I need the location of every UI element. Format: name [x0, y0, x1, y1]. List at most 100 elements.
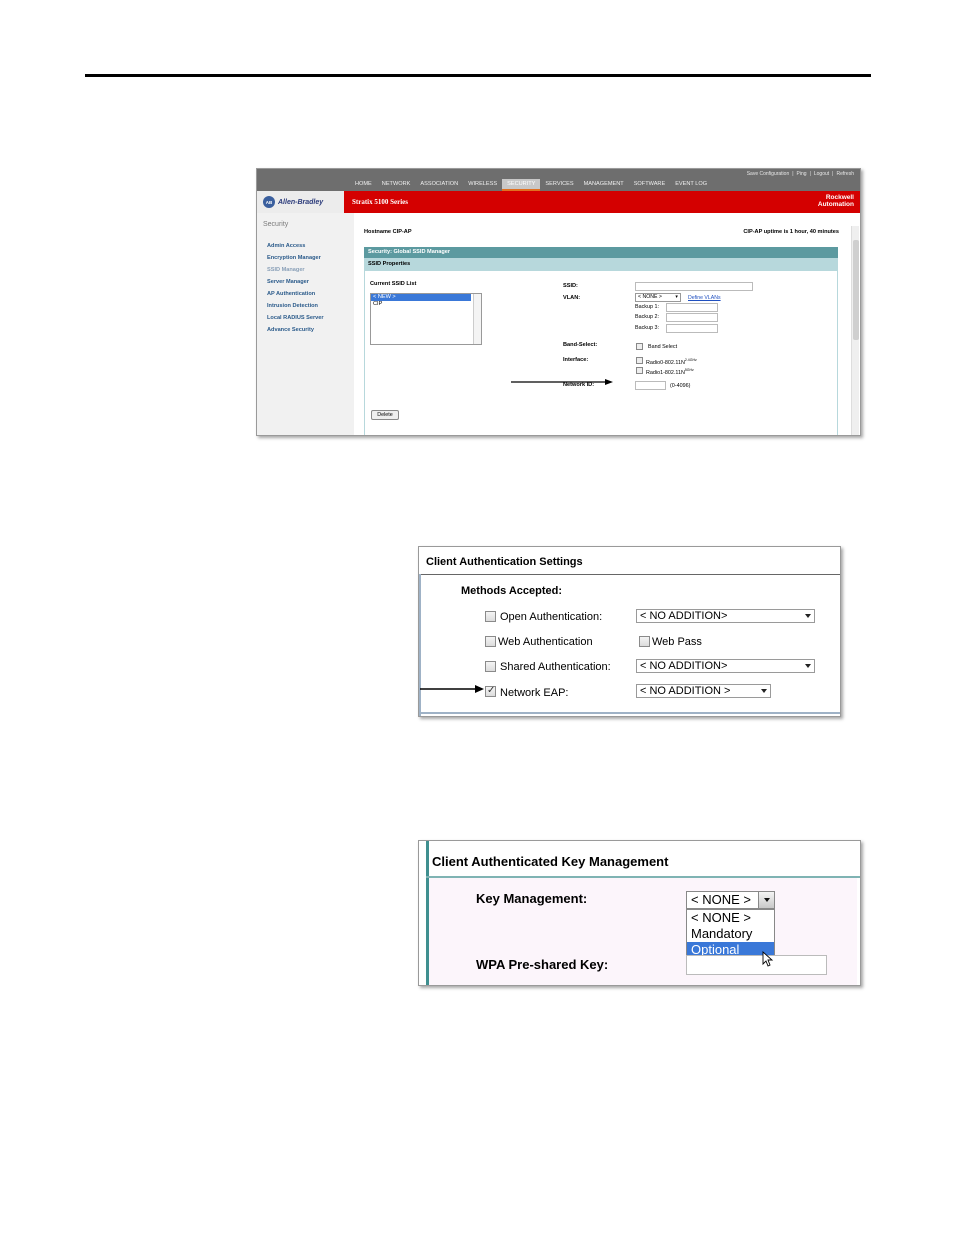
interface-label: Interface: [563, 357, 589, 363]
backup3-label: Backup 3: [635, 325, 659, 331]
radio1-band: 5GHz [684, 368, 694, 372]
nav-services[interactable]: SERVICES [540, 179, 578, 191]
section-title: Client Authentication Settings [426, 556, 583, 568]
link-separator: | [809, 171, 811, 177]
open-auth-checkbox[interactable] [485, 611, 496, 622]
sidebar-item-intrusion-detection[interactable]: Intrusion Detection [267, 300, 324, 312]
wpa-psk-label: WPA Pre-shared Key: [476, 957, 609, 972]
main-nav: HOME NETWORK ASSOCIATION WIRELESS SECURI… [350, 179, 712, 191]
save-configuration-link[interactable]: Save Configuration [747, 171, 790, 177]
wpa-psk-input[interactable] [686, 955, 827, 975]
allen-bradley-logo: AB Allen-Bradley [257, 191, 344, 213]
scrollbar-thumb[interactable] [853, 240, 859, 340]
radio0-checkbox[interactable] [636, 357, 643, 364]
vlan-select[interactable]: < NONE > ▾ [635, 293, 681, 302]
section-title: Client Authenticated Key Management [432, 854, 669, 869]
brand-logo-text: Allen-Bradley [278, 198, 324, 206]
sidebar-item-local-radius-server[interactable]: Local RADIUS Server [267, 312, 324, 324]
nav-event-log[interactable]: EVENT LOG [670, 179, 712, 191]
chevron-down-icon [805, 614, 811, 618]
sidebar-item-server-manager[interactable]: Server Manager [267, 276, 324, 288]
option-none[interactable]: < NONE > [687, 910, 774, 926]
title-divider [419, 574, 840, 575]
sidebar-item-advance-security[interactable]: Advance Security [267, 324, 324, 336]
ping-link[interactable]: Ping [797, 171, 807, 177]
nav-management[interactable]: MANAGEMENT [579, 179, 629, 191]
ssid-option-new[interactable]: < NEW > [371, 294, 471, 301]
ssid-listbox[interactable]: < NEW > CIP [370, 293, 482, 345]
shared-auth-select[interactable]: < NO ADDITION> [636, 659, 815, 673]
chevron-down-icon: ▾ [675, 294, 678, 300]
chevron-down-icon[interactable] [758, 892, 774, 908]
logout-link[interactable]: Logout [814, 171, 829, 177]
backup1-label: Backup 1: [635, 304, 659, 310]
ab-badge-icon: AB [263, 196, 275, 208]
subsection-header: SSID Properties [364, 258, 838, 271]
listbox-scrollbar[interactable] [473, 294, 481, 344]
check-icon: ✓ [487, 685, 496, 696]
refresh-link[interactable]: Refresh [836, 171, 854, 177]
backup3-input[interactable] [666, 324, 718, 333]
nav-network[interactable]: NETWORK [377, 179, 416, 191]
product-title: Stratix 5100 Series [352, 198, 408, 206]
shared-auth-checkbox[interactable] [485, 661, 496, 672]
define-vlans-link[interactable]: Define VLANs [688, 295, 721, 301]
link-separator: | [792, 171, 794, 177]
network-eap-label: Network EAP: [500, 687, 569, 699]
network-id-input[interactable] [635, 381, 666, 390]
key-management-screenshot: Client Authenticated Key Management Key … [418, 840, 861, 986]
option-mandatory[interactable]: Mandatory [687, 926, 774, 942]
page-scrollbar[interactable] [851, 226, 859, 435]
web-pass-label: Web Pass [652, 636, 702, 648]
uptime: CIP-AP uptime is 1 hour, 40 minutes [743, 229, 839, 235]
shared-auth-label: Shared Authentication: [500, 661, 611, 673]
vlan-select-value: < NONE > [638, 294, 662, 300]
ssid-input[interactable] [635, 282, 753, 291]
web-auth-checkbox[interactable] [485, 636, 496, 647]
sidebar-item-ap-authentication[interactable]: AP Authentication [267, 288, 324, 300]
chevron-down-icon [761, 689, 767, 693]
arrow-right-icon [420, 685, 484, 693]
network-eap-select-value: < NO ADDITION > [640, 685, 731, 697]
ssid-option-cip[interactable]: CIP [371, 301, 481, 308]
nav-security[interactable]: SECURITY [502, 179, 541, 191]
network-eap-checkbox[interactable]: ✓ [485, 685, 496, 697]
page-header-rule [85, 74, 871, 77]
backup2-input[interactable] [666, 313, 718, 322]
radio0-text: Radio0-802.11N [646, 359, 685, 366]
key-management-select-value: < NONE > [691, 892, 751, 907]
web-pass-checkbox[interactable] [639, 636, 650, 647]
open-auth-select[interactable]: < NO ADDITION> [636, 609, 815, 623]
left-border [419, 574, 421, 716]
band-select-checkbox[interactable] [636, 343, 643, 350]
band-select-label: Band-Select: [563, 342, 598, 348]
nav-association[interactable]: ASSOCIATION [415, 179, 463, 191]
nav-software[interactable]: SOFTWARE [629, 179, 671, 191]
radio1-text: Radio1-802.11N [646, 369, 685, 376]
shared-auth-select-value: < NO ADDITION> [640, 660, 728, 672]
radio1-checkbox[interactable] [636, 367, 643, 374]
rockwell-line2: Automation [817, 201, 854, 208]
backup1-input[interactable] [666, 303, 718, 312]
delete-button[interactable]: Delete [371, 410, 399, 420]
main-content: Hostname CIP-AP CIP-AP uptime is 1 hour,… [364, 213, 849, 435]
nav-home[interactable]: HOME [350, 179, 377, 191]
key-management-select[interactable]: < NONE > [686, 891, 775, 909]
sidebar-item-encryption-manager[interactable]: Encryption Manager [267, 252, 324, 264]
brand-bar [257, 191, 860, 213]
mouse-pointer-icon [762, 951, 774, 967]
radio0-band: 2.4GHz [684, 358, 697, 362]
sidebar-item-ssid-manager[interactable]: SSID Manager [267, 264, 324, 276]
section-header: Security: Global SSID Manager [364, 247, 838, 258]
link-separator: | [832, 171, 834, 177]
web-auth-label: Web Authentication [498, 636, 593, 648]
band-select-option: Band Select [648, 344, 678, 350]
bottom-border [419, 712, 840, 714]
open-auth-select-value: < NO ADDITION> [640, 610, 728, 622]
sidebar-item-admin-access[interactable]: Admin Access [267, 240, 324, 252]
hostname: Hostname CIP-AP [364, 229, 412, 235]
sidebar: Security Admin Access Encryption Manager… [257, 213, 354, 435]
network-id-range: (0-4096) [670, 383, 691, 389]
nav-wireless[interactable]: WIRELESS [463, 179, 502, 191]
network-eap-select[interactable]: < NO ADDITION > [636, 684, 771, 698]
